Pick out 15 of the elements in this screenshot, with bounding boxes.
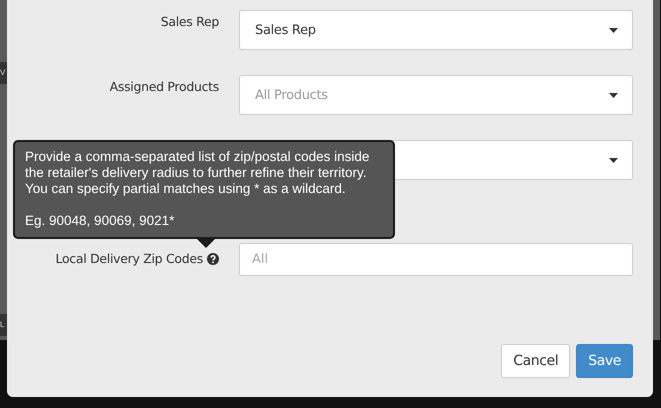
backdrop-text: L bbox=[0, 314, 7, 336]
field-label: Local Delivery Zip Codes bbox=[56, 251, 203, 266]
cancel-button[interactable]: Cancel bbox=[501, 344, 570, 378]
select-field[interactable]: Sales Rep bbox=[239, 10, 633, 50]
tooltip-text: Provide a comma-separated list of zip/postal codes inside the retailer's delivery radius to further refine their territory. You can specify partial matches using * as a wildcard. bbox=[25, 149, 370, 197]
caret-icon bbox=[609, 92, 618, 98]
help-icon[interactable] bbox=[207, 252, 219, 264]
field-label: Assigned Products bbox=[110, 79, 219, 94]
input-field[interactable]: All bbox=[239, 243, 633, 276]
tooltip-example: Eg. 90048, 90069, 9021* bbox=[25, 213, 176, 229]
save-button[interactable]: Save bbox=[576, 344, 633, 378]
caret-icon bbox=[609, 28, 618, 32]
backdrop-text: V bbox=[0, 62, 7, 84]
caret-icon bbox=[609, 158, 618, 162]
field-label: Sales Rep bbox=[160, 14, 219, 29]
